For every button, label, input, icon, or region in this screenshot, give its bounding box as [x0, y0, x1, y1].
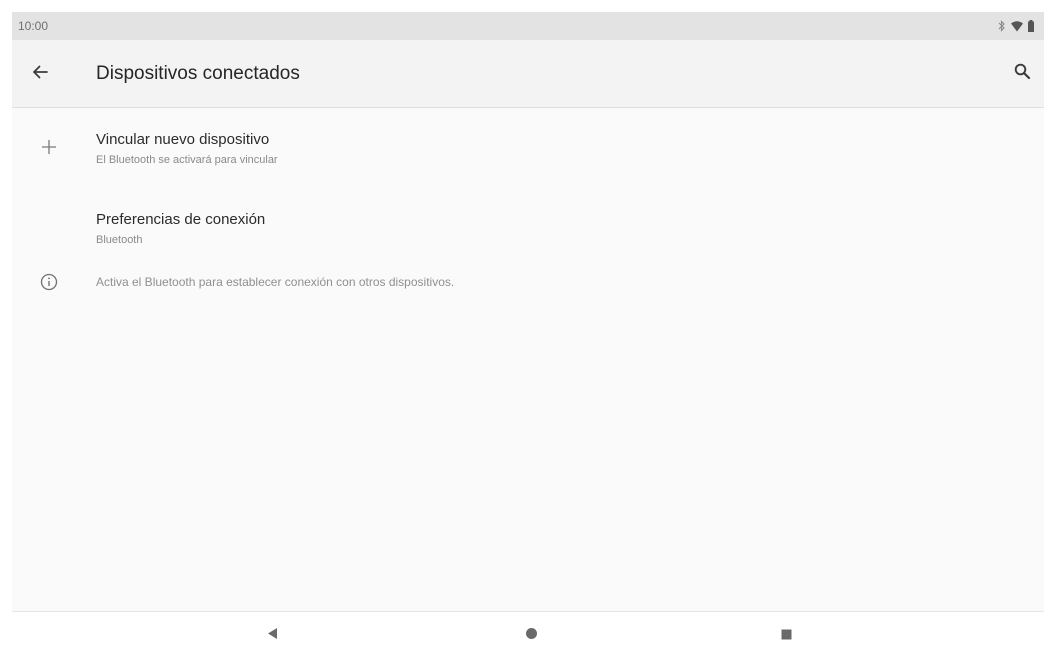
connection-preferences-item[interactable]: Preferencias de conexión Bluetooth: [12, 188, 1044, 268]
triangle-back-icon: [266, 627, 278, 645]
pair-new-device-subtitle: El Bluetooth se activará para vincular: [96, 154, 278, 166]
nav-home-button[interactable]: [519, 624, 543, 648]
bluetooth-icon: [998, 20, 1006, 32]
search-icon: [1014, 63, 1031, 85]
status-time: 10:00: [18, 19, 49, 33]
status-bar: 10:00: [12, 12, 1044, 40]
plus-icon: [38, 136, 60, 158]
back-button[interactable]: [28, 62, 52, 86]
nav-back-button[interactable]: [260, 624, 284, 648]
app-bar: Dispositivos conectados: [12, 40, 1044, 108]
battery-icon: [1028, 20, 1034, 32]
info-icon: [38, 271, 60, 293]
connection-preferences-title: Preferencias de conexión: [96, 211, 266, 228]
square-recents-icon: [781, 627, 792, 645]
settings-list: Vincular nuevo dispositivo El Bluetooth …: [12, 108, 1044, 308]
bluetooth-info-row: Activa el Bluetooth para establecer cone…: [12, 268, 1044, 308]
nav-recents-button[interactable]: [774, 624, 798, 648]
search-button[interactable]: [1010, 62, 1034, 86]
bluetooth-info-text: Activa el Bluetooth para establecer cone…: [96, 275, 455, 289]
pair-new-device-title: Vincular nuevo dispositivo: [96, 131, 270, 148]
navigation-bar: [12, 611, 1044, 659]
wifi-icon: [1011, 20, 1023, 32]
connection-preferences-subtitle: Bluetooth: [96, 234, 143, 246]
arrow-back-icon: [31, 63, 49, 86]
circle-home-icon: [525, 627, 538, 645]
pair-new-device-item[interactable]: Vincular nuevo dispositivo El Bluetooth …: [12, 108, 1044, 188]
page-title: Dispositivos conectados: [96, 63, 300, 84]
status-icons: [998, 20, 1034, 32]
device-screen: 10:00 Dispositivos conectados Vincular n…: [12, 12, 1044, 659]
